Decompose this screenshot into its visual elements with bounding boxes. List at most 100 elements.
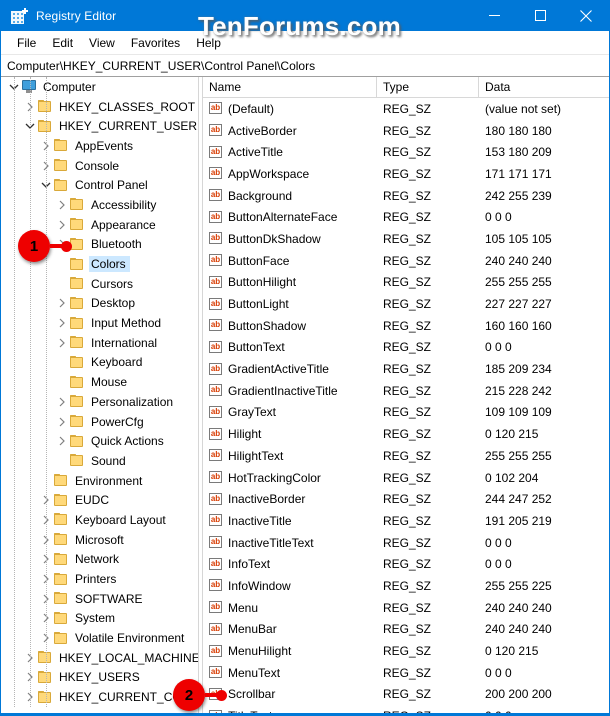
- value-type-cell: REG_SZ: [383, 231, 432, 246]
- folder-icon: [69, 277, 85, 290]
- chevron-right-icon[interactable]: [55, 313, 69, 333]
- value-name-cell: ab (Default): [203, 101, 377, 116]
- chevron-right-icon[interactable]: [55, 431, 69, 451]
- list-row-hottrackingcolor[interactable]: ab HotTrackingColor REG_SZ 0 102 204: [203, 467, 609, 489]
- tree-item-label: Printers: [75, 572, 117, 587]
- column-header-type[interactable]: Type: [377, 77, 479, 98]
- chevron-right-icon[interactable]: [55, 392, 69, 412]
- list-row-graytext[interactable]: ab GrayText REG_SZ 109 109 109: [203, 402, 609, 424]
- folder-icon: [69, 454, 85, 467]
- registry-values-list[interactable]: Name Type Data ab (Default) REG_SZ (value n…: [203, 77, 609, 715]
- list-row-buttonlight[interactable]: ab ButtonLight REG_SZ 227 227 227: [203, 293, 609, 315]
- list-row-hilight[interactable]: ab Hilight REG_SZ 0 120 215: [203, 423, 609, 445]
- value-name-text: ButtonText: [228, 340, 285, 355]
- list-row-default[interactable]: ab (Default) REG_SZ (value not set): [203, 98, 609, 120]
- list-row-appworkspace[interactable]: ab AppWorkspace REG_SZ 171 171 171: [203, 163, 609, 185]
- folder-icon: [69, 415, 85, 428]
- chevron-right-icon[interactable]: [55, 195, 69, 215]
- value-name-text: Menu: [228, 600, 259, 615]
- value-data-cell: 215 228 242: [485, 383, 552, 398]
- callout-pointer-dot: [61, 240, 72, 252]
- list-row-gradientactivetitle[interactable]: ab GradientActiveTitle REG_SZ 185 209 234: [203, 358, 609, 380]
- menu-item-edit[interactable]: Edit: [44, 34, 81, 52]
- tree-guide-line: [14, 77, 15, 708]
- folder-icon: [69, 198, 85, 211]
- list-row-inactivetitletext[interactable]: ab InactiveTitleText REG_SZ 0 0 0: [203, 532, 609, 554]
- list-row-activeborder[interactable]: ab ActiveBorder REG_SZ 180 180 180: [203, 120, 609, 142]
- folder-icon: [53, 611, 69, 625]
- list-row-scrollbar[interactable]: abScrollbar REG_SZ 200 200 200: [203, 684, 609, 706]
- list-row-gradientinactivetitle[interactable]: ab GradientInactiveTitle REG_SZ 215 228 242: [203, 380, 609, 402]
- folder-icon: [37, 119, 53, 133]
- chevron-right-icon[interactable]: [55, 294, 69, 314]
- column-header-name[interactable]: Name: [203, 77, 377, 98]
- list-row-inactivetitle[interactable]: ab InactiveTitle REG_SZ 191 205 219: [203, 510, 609, 532]
- folder-icon: [69, 355, 85, 369]
- value-name-text: GradientActiveTitle: [228, 362, 329, 377]
- list-row-buttonface[interactable]: ab ButtonFace REG_SZ 240 240 240: [203, 250, 609, 272]
- tree-item-label: Keyboard: [91, 355, 143, 370]
- value-data-cell: 0 120 215: [485, 427, 539, 442]
- minimize-button[interactable]: [471, 0, 517, 31]
- value-name-cell: ab AppWorkspace: [203, 166, 377, 181]
- value-type-cell: REG_SZ: [383, 166, 432, 181]
- value-name-text: (Default): [228, 101, 275, 116]
- value-type-cell: REG_SZ: [383, 578, 432, 593]
- list-row-background[interactable]: ab Background REG_SZ 242 255 239: [203, 185, 609, 207]
- maximize-button[interactable]: [517, 0, 563, 31]
- list-row-hilighttext[interactable]: ab HilightText REG_SZ 255 255 255: [203, 445, 609, 467]
- list-row-infotext[interactable]: ab InfoText REG_SZ 0 0 0: [203, 553, 609, 575]
- list-row-buttonalternateface[interactable]: ab ButtonAlternateFace REG_SZ 0 0 0: [203, 206, 609, 228]
- value-name-text: InactiveTitle: [228, 513, 292, 528]
- list-row-activetitle[interactable]: ab ActiveTitle REG_SZ 153 180 209: [203, 141, 609, 163]
- tree-item-label: Network: [75, 552, 120, 567]
- menu-item-help[interactable]: Help: [188, 34, 229, 52]
- maximize-icon: [534, 10, 546, 21]
- value-type-cell: REG_SZ: [383, 405, 432, 420]
- menu-item-favorites[interactable]: Favorites: [123, 34, 188, 52]
- list-row-menuhilight[interactable]: ab MenuHilight REG_SZ 0 120 215: [203, 640, 609, 662]
- list-row-infowindow[interactable]: ab InfoWindow REG_SZ 255 255 225: [203, 575, 609, 597]
- close-button[interactable]: [563, 0, 609, 31]
- value-name-text: HilightText: [228, 448, 284, 463]
- list-row-inactiveborder[interactable]: ab InactiveBorder REG_SZ 244 247 252: [203, 488, 609, 510]
- value-type-cell: REG_SZ: [383, 622, 432, 637]
- registry-tree[interactable]: Computer HKEY_CLASSES_ROOT HKEY_CURRENT_US…: [1, 77, 198, 715]
- value-data-cell: 0 0 0: [485, 340, 512, 355]
- list-row-menubar[interactable]: ab MenuBar REG_SZ 240 240 240: [203, 619, 609, 641]
- string-value-icon: ab: [209, 514, 222, 527]
- value-name-text: AppWorkspace: [228, 166, 310, 181]
- address-bar[interactable]: Computer\HKEY_CURRENT_USER\Control Panel…: [1, 55, 609, 77]
- column-header-data[interactable]: Data: [479, 77, 609, 98]
- list-row-menu[interactable]: ab Menu REG_SZ 240 240 240: [203, 597, 609, 619]
- folder-icon: [53, 513, 69, 526]
- tree-item-label: Mouse: [91, 375, 128, 390]
- tree-item-label: HKEY_USERS: [59, 670, 140, 685]
- chevron-right-icon[interactable]: [55, 412, 69, 432]
- string-value-icon: ab: [209, 449, 222, 462]
- value-data-cell: 200 200 200: [485, 687, 552, 702]
- value-name-cell: ab ButtonLight: [203, 297, 377, 312]
- string-value-icon: ab: [209, 579, 222, 592]
- tree-item-label: Sound: [91, 453, 126, 468]
- string-value-icon: ab: [209, 189, 222, 202]
- list-row-menutext[interactable]: ab MenuText REG_SZ 0 0 0: [203, 662, 609, 684]
- value-data-cell: 160 160 160: [485, 318, 552, 333]
- value-type-cell: REG_SZ: [383, 492, 432, 507]
- string-value-icon: ab: [209, 557, 222, 570]
- string-value-icon: ab: [209, 384, 222, 397]
- value-data-cell: 180 180 180: [485, 123, 552, 138]
- value-data-cell: 240 240 240: [485, 253, 552, 268]
- value-name-cell: ab Menu: [203, 600, 377, 615]
- list-row-buttonhilight[interactable]: ab ButtonHilight REG_SZ 255 255 255: [203, 272, 609, 294]
- folder-icon: [37, 100, 53, 113]
- menu-item-file[interactable]: File: [9, 34, 44, 52]
- list-row-buttontext[interactable]: ab ButtonText REG_SZ 0 0 0: [203, 337, 609, 359]
- list-row-buttonshadow[interactable]: ab ButtonShadow REG_SZ 160 160 160: [203, 315, 609, 337]
- menu-item-view[interactable]: View: [81, 34, 123, 52]
- list-row-buttondkshadow[interactable]: ab ButtonDkShadow REG_SZ 105 105 105: [203, 228, 609, 250]
- value-name-cell: ab GradientInactiveTitle: [203, 383, 377, 398]
- chevron-right-icon[interactable]: [55, 333, 69, 353]
- list-header: Name Type Data: [203, 77, 609, 98]
